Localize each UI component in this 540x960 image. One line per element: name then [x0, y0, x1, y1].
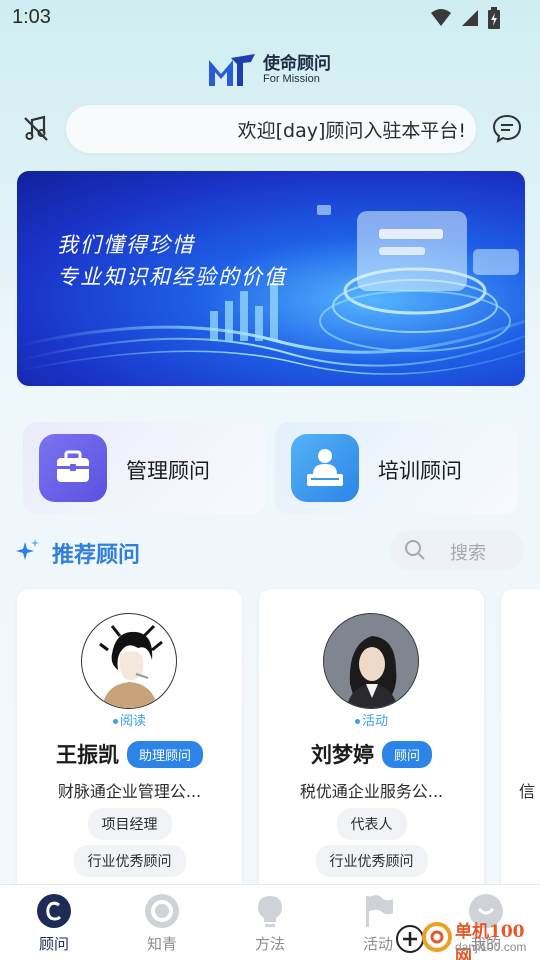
nav-item-consultant[interactable]: 顾问 [0, 885, 108, 960]
tag-text: 行业优秀顾问 [73, 845, 186, 877]
knowledge-icon [145, 894, 179, 928]
consultant-card[interactable]: 信 [501, 589, 540, 909]
notice-text: 欢迎[day]顾问入驻本平台! [237, 119, 466, 142]
consultant-card[interactable]: 阅读 王振凯 助理顾问 财脉通企业管理公... 项目经理 行业优秀顾问 [17, 589, 242, 909]
watermark-icon [396, 922, 452, 953]
nav-label: 方法 [254, 935, 285, 953]
search-label: 搜索 [450, 543, 486, 564]
status-text: 活动 [361, 714, 388, 729]
tag-text: 代表人 [336, 808, 407, 840]
category-label: 管理顾问 [126, 459, 210, 483]
briefcase-icon [39, 434, 107, 502]
company-name: 财脉通企业管理公... [57, 782, 202, 801]
status-bar: 1:03 [0, 0, 540, 36]
watermark-logo: 单机100网 danji100.com [395, 913, 540, 960]
avatar [323, 613, 419, 709]
logo-text-en: For Mission [263, 73, 320, 85]
consultant-name: 刘梦婷 [310, 743, 374, 767]
trainer-icon [291, 434, 359, 502]
watermark-url: danji100.com [455, 940, 527, 954]
logo-mark-icon [209, 54, 255, 86]
company-name: 信 [519, 782, 536, 801]
status-label: 阅读 [17, 710, 242, 729]
name-line: 刘梦婷 顾问 [259, 739, 484, 769]
nav-item-method[interactable]: 方法 [216, 885, 324, 960]
banner-line-2: 专业知识和经验的价值 [57, 265, 287, 289]
tag: 代表人 [259, 808, 484, 840]
company-name: 税优通企业服务公... [299, 782, 444, 801]
search-button[interactable]: 搜索 [390, 530, 524, 570]
logo-text-cn: 使命顾问 [263, 54, 331, 74]
banner-line-1: 我们懂得珍惜 [57, 233, 195, 257]
sparkle-icon [16, 539, 39, 560]
search-icon [405, 540, 425, 560]
tag-text: 行业优秀顾问 [315, 845, 428, 877]
nav-label: 知青 [146, 935, 177, 953]
music-off-icon[interactable] [22, 114, 50, 142]
tag: 行业优秀顾问 [17, 845, 242, 877]
flag-icon [366, 895, 393, 927]
category-management-consultant[interactable]: 管理顾问 [23, 422, 266, 514]
role-badge: 顾问 [381, 740, 432, 768]
name-line: 王振凯 助理顾问 [17, 739, 242, 769]
section-title: 推荐顾问 [52, 543, 141, 568]
nav-item-knowledge[interactable]: 知青 [108, 885, 216, 960]
tag: 行业优秀顾问 [259, 845, 484, 877]
status-time: 1:03 [12, 6, 51, 28]
consultant-icon [37, 894, 71, 928]
message-icon[interactable] [491, 112, 523, 144]
role-badge: 助理顾问 [126, 740, 203, 768]
battery-icon [488, 7, 500, 29]
promo-banner[interactable]: 我们懂得珍惜 专业知识和经验的价值 [17, 171, 525, 386]
consultant-name: 王振凯 [55, 743, 119, 767]
status-label: 活动 [259, 710, 484, 729]
consultant-card[interactable]: 活动 刘梦婷 顾问 税优通企业服务公... 代表人 行业优秀顾问 [259, 589, 484, 909]
avatar [81, 613, 177, 709]
category-label: 培训顾问 [378, 459, 462, 483]
wifi-icon [431, 9, 451, 26]
app-logo: 使命顾问 For Mission [207, 52, 331, 88]
signal-icon [462, 10, 478, 26]
tag: 项目经理 [17, 808, 242, 840]
nav-label: 顾问 [38, 935, 69, 953]
status-icons [430, 7, 500, 29]
notice-bar[interactable]: 欢迎[day]顾问入驻本平台! [66, 105, 476, 153]
bulb-icon [258, 896, 282, 927]
status-text: 阅读 [119, 714, 146, 729]
tag-text: 项目经理 [87, 808, 172, 840]
category-training-consultant[interactable]: 培训顾问 [275, 422, 518, 514]
